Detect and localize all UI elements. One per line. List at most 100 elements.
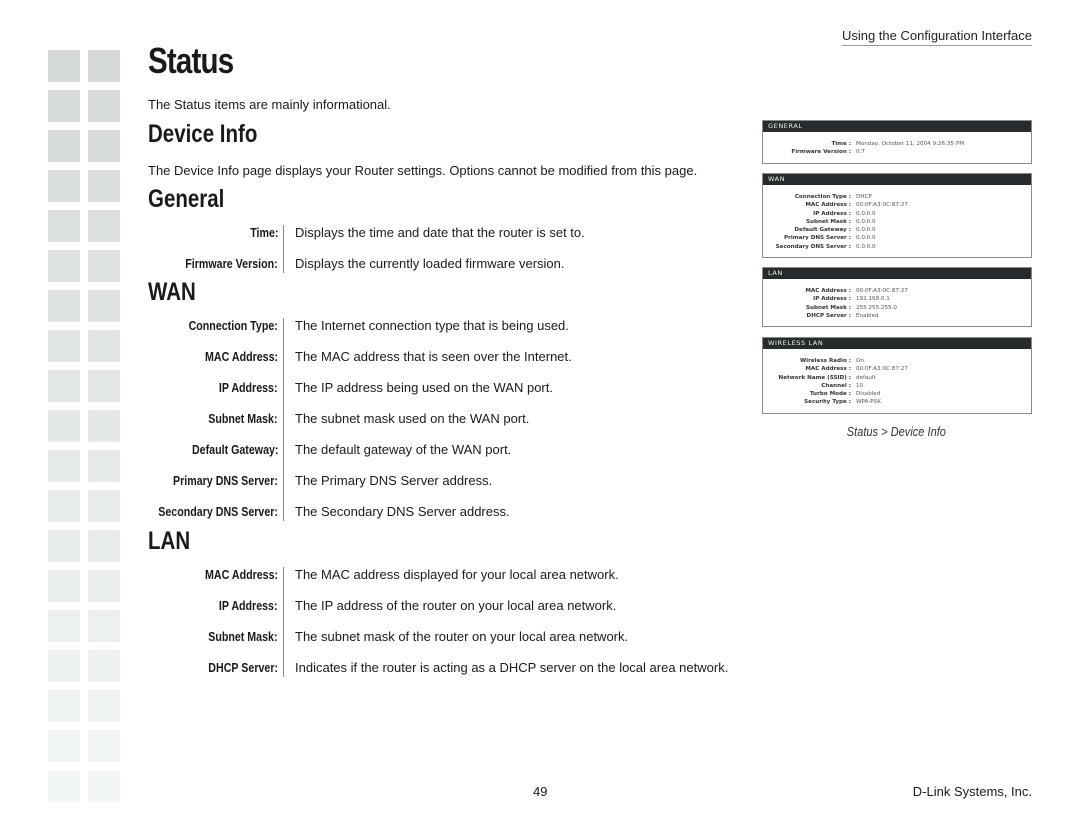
- definition-row: Secondary DNS Server: The Secondary DNS S…: [148, 504, 748, 535]
- general-definition-list: Time: Displays the time and date that the…: [148, 225, 748, 287]
- panel-field-label: Network Name (SSID) :: [778, 374, 851, 381]
- panel-field-value: 255.255.255.0: [856, 304, 897, 311]
- panel-field-value: DHCP: [856, 194, 872, 200]
- field-label: DHCP Server:: [208, 660, 278, 675]
- panel-title: GENERAL: [763, 121, 1031, 132]
- panel-field-label: Time :: [831, 141, 851, 147]
- panel-field-value: 00:0F:A3:0C:87:27: [856, 202, 908, 209]
- decorative-square: [88, 490, 120, 522]
- field-label: Default Gateway:: [191, 442, 278, 457]
- page-title-text: Status: [148, 40, 234, 81]
- general-heading-text: General: [148, 185, 225, 213]
- panel-field-label: Channel :: [821, 382, 851, 389]
- field-description: The MAC address that is seen over the In…: [295, 349, 572, 364]
- panel-field-row: DHCP Server : Enabled: [763, 312, 1031, 320]
- field-label: Subnet Mask:: [208, 411, 278, 426]
- panel-field-label: Security Type :: [804, 399, 851, 406]
- decorative-square: [88, 370, 120, 402]
- panel-field-label: IP Address :: [813, 210, 851, 217]
- panel-field-row: Firmware Version : 0.7: [763, 148, 1031, 156]
- definition-row: Subnet Mask: The subnet mask used on the …: [148, 411, 748, 442]
- definition-row: IP Address: The IP address being used on …: [148, 380, 748, 411]
- decorative-square: [48, 130, 80, 162]
- decorative-square: [48, 410, 80, 442]
- decorative-square: [48, 650, 80, 682]
- wan-heading-text: WAN: [148, 278, 196, 306]
- device-info-description: The Device Info page displays your Route…: [148, 163, 698, 178]
- decorative-square: [88, 650, 120, 682]
- panel-field-row: Default Gateway : 0.0.0.0: [763, 226, 1031, 234]
- panel-field-value: 00:0F:A3:0C:87:27: [856, 366, 908, 373]
- decorative-square: [48, 330, 80, 362]
- decorative-square: [88, 610, 120, 642]
- field-label: Secondary DNS Server:: [158, 504, 278, 519]
- panel-field-row: Security Type : WPA-PSK: [763, 398, 1031, 406]
- field-description: The subnet mask used on the WAN port.: [295, 411, 530, 426]
- decorative-square: [88, 570, 120, 602]
- definition-row: Subnet Mask: The subnet mask of the route…: [148, 629, 748, 660]
- field-description: The Secondary DNS Server address.: [295, 504, 510, 519]
- wan-heading: WAN: [148, 278, 206, 307]
- field-label: Connection Type:: [188, 318, 278, 333]
- field-description: The MAC address displayed for your local…: [295, 567, 619, 582]
- definition-row: MAC Address: The MAC address displayed fo…: [148, 567, 748, 598]
- panel-field-label: Connection Type :: [794, 194, 851, 200]
- panel-field-label: Default Gateway :: [794, 227, 851, 234]
- panel-field-row: MAC Address : 00:0F:A3:0C:87:27: [763, 201, 1031, 209]
- field-label: Primary DNS Server:: [173, 473, 278, 488]
- intro-text: The Status items are mainly informationa…: [148, 97, 391, 112]
- panel-field-row: Subnet Mask : 255.255.255.0: [763, 304, 1031, 312]
- decorative-square: [48, 770, 80, 802]
- lan-heading: LAN: [148, 527, 199, 556]
- panel-fields: Wireless Radio : On MAC Address : 00:0F:A3:…: [763, 349, 1031, 413]
- decorative-square: [88, 210, 120, 242]
- panel-field-value: Monday, October 11, 2004 9:26:35 PM: [856, 141, 965, 147]
- decorative-square: [48, 210, 80, 242]
- page-title: Status: [148, 40, 252, 82]
- panel-field-value: Enabled: [856, 312, 879, 319]
- panel-fields: Time : Monday, October 11, 2004 9:26:35 P…: [763, 132, 1031, 163]
- field-description: The IP address of the router on your loc…: [295, 598, 617, 613]
- panel-field-label: Wireless Radio :: [800, 358, 851, 364]
- panel-field-row: Network Name (SSID) : default: [763, 374, 1031, 382]
- field-description: The subnet mask of the router on your lo…: [295, 629, 629, 644]
- panel-field-label: Subnet Mask :: [806, 218, 851, 225]
- status-panel-wan: WAN Connection Type : DHCP MAC Address : 00:…: [762, 173, 1032, 259]
- panel-fields: Connection Type : DHCP MAC Address : 00:0F:…: [763, 185, 1031, 257]
- panel-field-label: MAC Address :: [805, 366, 851, 373]
- panel-field-value: WPA-PSK: [856, 399, 881, 406]
- decorative-square: [88, 130, 120, 162]
- panel-field-label: Turbo Mode :: [809, 391, 851, 398]
- definition-row: Connection Type: The Internet connection …: [148, 318, 748, 349]
- panel-field-row: IP Address : 192.168.0.1: [763, 295, 1031, 303]
- field-label: Subnet Mask:: [208, 629, 278, 644]
- definition-row: Time: Displays the time and date that the…: [148, 225, 748, 256]
- panel-field-row: Secondary DNS Server : 0.0.0.0: [763, 243, 1031, 251]
- definition-row: Default Gateway: The default gateway of t…: [148, 442, 748, 473]
- lan-definition-list: MAC Address: The MAC address displayed fo…: [148, 567, 748, 691]
- panel-field-value: 192.168.0.1: [856, 296, 890, 303]
- panel-field-value: On: [856, 358, 864, 364]
- decorative-square: [88, 530, 120, 562]
- status-panel-general: GENERAL Time : Monday, October 11, 2004 9:…: [762, 120, 1032, 164]
- panel-field-row: Channel : 10: [763, 382, 1031, 390]
- panel-field-row: Connection Type : DHCP: [763, 193, 1031, 201]
- panel-field-value: 00:0F:A3:0C:87:27: [856, 288, 908, 294]
- panel-field-value: default: [856, 374, 876, 381]
- field-description: Displays the time and date that the rout…: [295, 225, 585, 240]
- wan-definition-list: Connection Type: The Internet connection …: [148, 318, 748, 535]
- definition-row: Primary DNS Server: The Primary DNS Serve…: [148, 473, 748, 504]
- section-header: Using the Configuration Interface: [841, 28, 1032, 46]
- panel-title: WIRELESS LAN: [763, 338, 1031, 349]
- field-label: Firmware Version:: [185, 256, 278, 271]
- field-label: MAC Address:: [204, 567, 278, 582]
- panel-field-row: Turbo Mode : Disabled: [763, 390, 1031, 398]
- decorative-square: [48, 610, 80, 642]
- field-description: Indicates if the router is acting as a D…: [295, 660, 729, 675]
- decorative-square: [48, 250, 80, 282]
- panel-field-label: Primary DNS Server :: [784, 235, 851, 242]
- decorative-square: [88, 250, 120, 282]
- decorative-square: [88, 450, 120, 482]
- panel-field-value: 0.0.0.0: [856, 218, 876, 225]
- decorative-square: [48, 450, 80, 482]
